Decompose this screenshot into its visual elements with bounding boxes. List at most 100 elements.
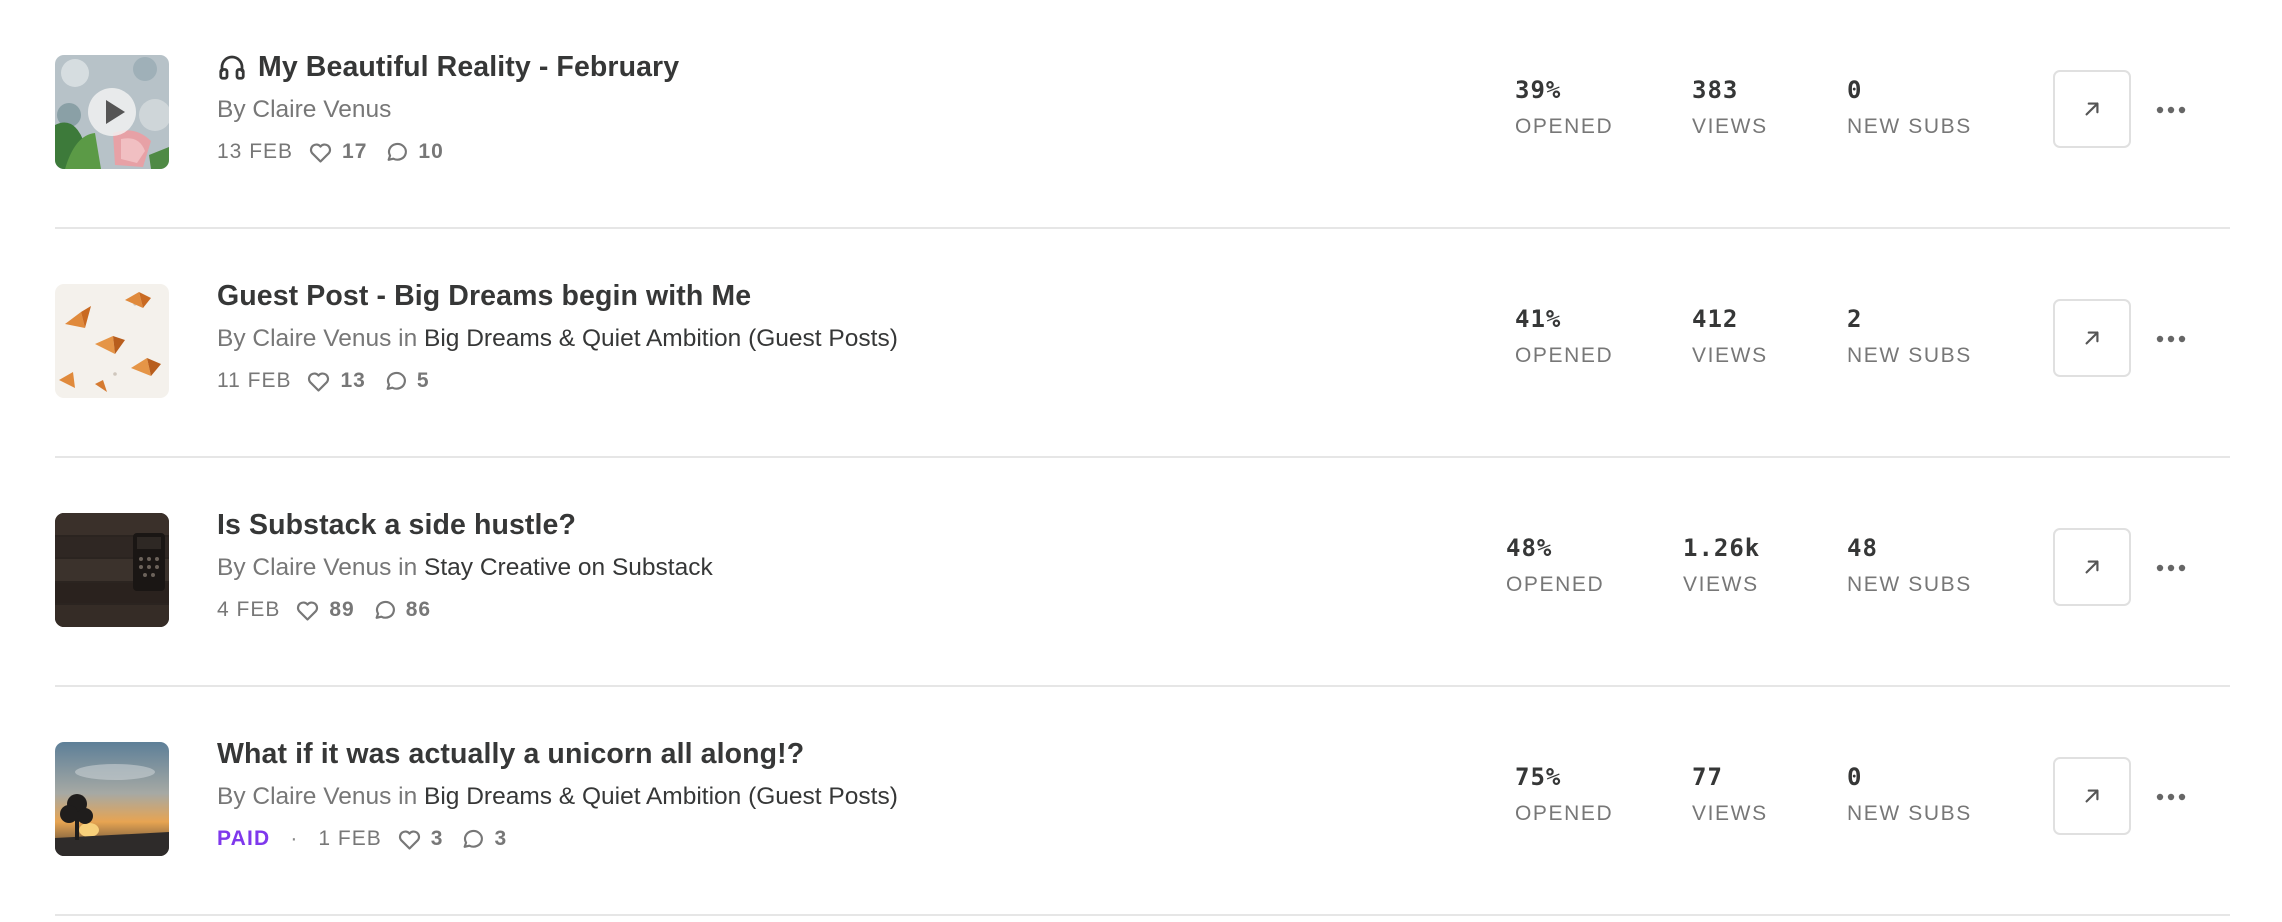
stat-new-subs-value: 0 <box>1847 76 1863 104</box>
post-date: 4 FEB <box>217 598 281 621</box>
publication-name[interactable]: Stay Creative on Substack <box>424 554 713 581</box>
stat-new-subs-label: NEW SUBS <box>1847 573 1972 596</box>
likes-value: 17 <box>342 140 368 163</box>
post-date: 1 FEB <box>318 827 382 850</box>
heart-icon <box>308 372 330 392</box>
stat-views: 1.26k VIEWS <box>1683 529 1760 599</box>
byline-prefix: By <box>217 325 253 352</box>
post-title[interactable]: Guest Post - Big Dreams begin with Me <box>217 280 751 313</box>
arrow-up-right-icon <box>2085 102 2099 116</box>
open-post-button[interactable] <box>2053 299 2131 377</box>
post-meta: PAID · 1 FEB 3 3 <box>217 821 898 857</box>
byline-in: in <box>391 783 425 810</box>
stat-opened-value: 75% <box>1515 763 1562 791</box>
thumbnail-image <box>55 513 169 627</box>
byline-prefix: By <box>217 783 253 810</box>
post-meta: 4 FEB 89 86 <box>217 592 713 628</box>
open-post-button[interactable] <box>2053 528 2131 606</box>
stat-views-value: 412 <box>1692 305 1739 333</box>
post-date: 11 FEB <box>217 369 292 392</box>
stat-opened-value: 48% <box>1506 534 1553 562</box>
heart-icon <box>309 143 332 163</box>
meta-separator: · <box>290 827 299 850</box>
post-byline: By Claire Venus <box>217 90 679 130</box>
stat-new-subs: 0 NEW SUBS <box>1847 758 1972 828</box>
post-row[interactable]: Guest Post - Big Dreams begin with Me By… <box>55 229 2230 458</box>
post-meta: 11 FEB 13 5 <box>217 363 898 399</box>
heart-icon <box>297 601 319 621</box>
thumbnail-image <box>55 284 169 398</box>
stat-views: 412 VIEWS <box>1692 300 1768 370</box>
arrow-up-right-icon <box>2085 560 2099 574</box>
more-options-button[interactable] <box>2147 782 2195 812</box>
post-title-line[interactable]: Guest Post - Big Dreams begin with Me <box>217 275 898 317</box>
post-row[interactable]: Is Substack a side hustle? By Claire Ven… <box>55 458 2230 687</box>
post-title-line[interactable]: Is Substack a side hustle? <box>217 504 713 546</box>
stat-views-label: VIEWS <box>1692 802 1768 825</box>
author-name[interactable]: Claire Venus <box>252 96 391 123</box>
stat-opened-label: OPENED <box>1506 573 1605 596</box>
stat-views-value: 383 <box>1692 76 1739 104</box>
open-post-button[interactable] <box>2053 757 2131 835</box>
post-thumbnail[interactable] <box>55 513 169 627</box>
stat-views: 383 VIEWS <box>1692 71 1768 141</box>
stat-views-label: VIEWS <box>1692 115 1768 138</box>
stat-new-subs-value: 2 <box>1847 305 1863 333</box>
post-title-line[interactable]: What if it was actually a unicorn all al… <box>217 733 898 775</box>
comment-bubble-icon <box>386 371 406 390</box>
likes-value: 13 <box>340 369 366 392</box>
byline-prefix: By <box>217 96 253 123</box>
stat-opened-label: OPENED <box>1515 115 1614 138</box>
stat-views-value: 77 <box>1692 763 1723 791</box>
post-date: 13 FEB <box>217 140 294 163</box>
stat-opened: 75% OPENED <box>1515 758 1613 828</box>
post-thumbnail[interactable] <box>55 742 169 856</box>
more-options-button[interactable] <box>2147 95 2195 125</box>
likes-count: 3 <box>396 826 444 853</box>
stat-opened: 39% OPENED <box>1515 71 1613 141</box>
comments-count: 5 <box>382 368 430 395</box>
comments-count: 3 <box>459 826 507 853</box>
post-list: My Beautiful Reality - February By Clair… <box>55 0 2230 916</box>
author-name[interactable]: Claire Venus <box>252 554 391 581</box>
stat-new-subs: 48 NEW SUBS <box>1847 529 1972 599</box>
open-post-button[interactable] <box>2053 70 2131 148</box>
paid-badge: PAID <box>217 827 271 850</box>
stat-new-subs-label: NEW SUBS <box>1847 802 1972 825</box>
post-thumbnail[interactable] <box>55 55 169 169</box>
likes-count: 89 <box>294 597 354 624</box>
post-title[interactable]: Is Substack a side hustle? <box>217 509 576 542</box>
stat-opened-label: OPENED <box>1515 802 1614 825</box>
arrow-up-right-icon <box>2085 789 2099 803</box>
more-options-button[interactable] <box>2147 324 2195 354</box>
comment-bubble-icon <box>387 142 408 161</box>
stat-opened-value: 39% <box>1515 76 1562 104</box>
likes-count: 17 <box>307 139 367 166</box>
publication-name[interactable]: Big Dreams & Quiet Ambition (Guest Posts… <box>424 325 898 352</box>
post-thumbnail[interactable] <box>55 284 169 398</box>
post-row[interactable]: What if it was actually a unicorn all al… <box>55 687 2230 916</box>
post-title[interactable]: What if it was actually a unicorn all al… <box>217 738 804 771</box>
stat-opened: 48% OPENED <box>1506 529 1604 599</box>
stat-opened: 41% OPENED <box>1515 300 1613 370</box>
stat-new-subs-value: 48 <box>1847 534 1878 562</box>
stat-views: 77 VIEWS <box>1692 758 1768 828</box>
stat-views-label: VIEWS <box>1683 573 1759 596</box>
comments-value: 86 <box>405 598 432 621</box>
post-byline: By Claire Venus in Stay Creative on Subs… <box>217 548 713 588</box>
likes-value: 3 <box>430 827 444 850</box>
post-row[interactable]: My Beautiful Reality - February By Clair… <box>55 0 2230 229</box>
post-title[interactable]: My Beautiful Reality - February <box>258 51 679 84</box>
byline-prefix: By <box>217 554 253 581</box>
heart-icon <box>398 830 420 850</box>
more-options-button[interactable] <box>2147 553 2195 583</box>
post-byline: By Claire Venus in Big Dreams & Quiet Am… <box>217 319 898 359</box>
more-horizontal-icon <box>2156 106 2186 114</box>
author-name[interactable]: Claire Venus <box>252 783 391 810</box>
author-name[interactable]: Claire Venus <box>252 325 391 352</box>
post-title-line[interactable]: My Beautiful Reality - February <box>217 46 679 88</box>
byline-in: in <box>391 325 425 352</box>
more-horizontal-icon <box>2156 793 2186 801</box>
publication-name[interactable]: Big Dreams & Quiet Ambition (Guest Posts… <box>424 783 898 810</box>
more-horizontal-icon <box>2156 335 2186 343</box>
